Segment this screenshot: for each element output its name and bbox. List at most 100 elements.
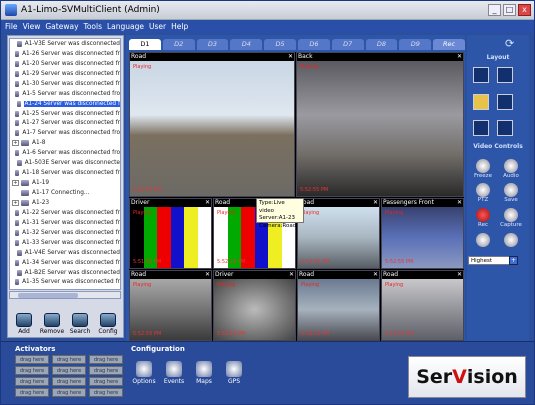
- tree-node[interactable]: A1-6 Server was disconnected fro: [10, 148, 120, 158]
- tree-horizontal-scrollbar[interactable]: [9, 291, 121, 299]
- activator-slot[interactable]: drag here: [15, 355, 49, 364]
- video-tile[interactable]: Driver ✕ Playing 5:52:55 PM: [213, 270, 296, 341]
- menu-language[interactable]: Language: [107, 22, 144, 31]
- activator-slot[interactable]: drag here: [52, 388, 86, 397]
- menu-view[interactable]: View: [23, 22, 41, 31]
- tree-node[interactable]: + A1-8: [10, 138, 120, 148]
- tree-node[interactable]: A1-B2E Server was disconnected: [10, 268, 120, 278]
- record-button[interactable]: Rec: [470, 208, 496, 228]
- tab-d8[interactable]: D8: [365, 39, 398, 50]
- tree-node[interactable]: A1-20 Server was disconnected fr: [10, 59, 120, 69]
- tab-d5[interactable]: D5: [264, 39, 296, 50]
- tree-node[interactable]: A1-7 Server was disconnected fro: [10, 128, 120, 138]
- tree-node[interactable]: A1-30 Server was disconnected fr: [10, 79, 120, 89]
- menu-tools[interactable]: Tools: [84, 22, 102, 31]
- events-button[interactable]: Events: [161, 361, 187, 385]
- audio-button[interactable]: Audio: [498, 159, 524, 179]
- tile-close-icon[interactable]: ✕: [373, 199, 378, 207]
- tile-close-icon[interactable]: ✕: [205, 199, 210, 207]
- tree-node[interactable]: A1-25 Server was disconnected fr: [10, 109, 120, 119]
- expand-toggle-icon[interactable]: +: [12, 180, 19, 187]
- video-tile[interactable]: Passengers Front ✕ Playing 5:52:55 PM: [381, 198, 464, 269]
- tree-node[interactable]: A1-28 Server was disconnected fr: [10, 287, 120, 289]
- tree-node[interactable]: A1-503E Server was disconnecte: [10, 158, 120, 168]
- config-button[interactable]: Config: [95, 313, 121, 337]
- fullscreen-icon[interactable]: [497, 120, 513, 136]
- server-tree[interactable]: A1-V3E Server was disconnected A1-26 Serv…: [9, 38, 121, 290]
- tree-node[interactable]: A1-26 Server was disconnected fr: [10, 49, 120, 59]
- tree-node[interactable]: + A1-19: [10, 178, 120, 188]
- activator-slot[interactable]: drag here: [52, 355, 86, 364]
- layout-4x4-icon[interactable]: [497, 67, 513, 83]
- tree-node[interactable]: + A1-23: [10, 198, 120, 208]
- tree-node[interactable]: A1-V4E Server was disconnected: [10, 248, 120, 258]
- tile-close-icon[interactable]: ✕: [288, 53, 293, 61]
- tree-node[interactable]: A1-24 Server was disconnected f: [10, 99, 120, 109]
- tab-d3[interactable]: D3: [196, 39, 229, 50]
- tree-node[interactable]: A1-18 Server was disconnected fr: [10, 168, 120, 178]
- activator-slot[interactable]: drag here: [15, 366, 49, 375]
- video-tile[interactable]: Road ✕ Playing 5:52:55 PM: [297, 198, 380, 269]
- tree-node[interactable]: A1-34 Server was disconnected fr: [10, 258, 120, 268]
- video-tile[interactable]: Road ✕ Playing 5:52:55 PM: [297, 270, 380, 341]
- refresh-icon[interactable]: ⟳: [505, 38, 519, 50]
- tree-node[interactable]: A1-V3E Server was disconnected: [10, 39, 120, 49]
- tree-node[interactable]: A1-35 Server was disconnected fr: [10, 278, 120, 288]
- tab-d6[interactable]: D6: [297, 39, 330, 50]
- capture-button[interactable]: Capture: [498, 208, 524, 228]
- layout-1x1-icon[interactable]: [473, 120, 489, 136]
- maps-button[interactable]: Maps: [191, 361, 217, 385]
- save-button[interactable]: Save: [498, 183, 524, 203]
- zoom-in-button[interactable]: [470, 233, 496, 247]
- video-tile[interactable]: Road ✕ Playing 5:52:55 PM: [381, 270, 464, 341]
- activator-slot[interactable]: drag here: [89, 388, 123, 397]
- remove-button[interactable]: Remove: [39, 313, 65, 337]
- menu-help[interactable]: Help: [171, 22, 188, 31]
- video-tile[interactable]: Driver ✕ Playing 5:51:55 PM: [129, 198, 212, 269]
- tree-node[interactable]: A1-29 Server was disconnected fr: [10, 69, 120, 79]
- zoom-out-button[interactable]: [498, 233, 524, 247]
- menu-gateway[interactable]: Gateway: [45, 22, 78, 31]
- minimize-button[interactable]: _: [488, 4, 501, 16]
- tile-close-icon[interactable]: ✕: [457, 199, 462, 207]
- tab-d1[interactable]: D1: [129, 39, 161, 50]
- tab-rec[interactable]: Rec: [433, 39, 465, 50]
- activator-slot[interactable]: drag here: [52, 366, 86, 375]
- layout-2x2-icon[interactable]: [473, 94, 489, 110]
- close-button[interactable]: x: [518, 4, 531, 16]
- gps-button[interactable]: GPS: [221, 361, 247, 385]
- tree-node[interactable]: A1-33 Server was disconnected fr: [10, 238, 120, 248]
- layout-1-3-icon[interactable]: [497, 94, 513, 110]
- quality-dropdown-button[interactable]: +: [509, 256, 518, 265]
- tree-node[interactable]: A1-17 Connecting...: [10, 188, 120, 198]
- expand-toggle-icon[interactable]: +: [12, 140, 19, 147]
- tree-node[interactable]: A1-27 Server was disconnected fr: [10, 119, 120, 129]
- tree-node[interactable]: A1-5 Server was disconnected fro: [10, 89, 120, 99]
- tile-close-icon[interactable]: ✕: [457, 53, 462, 61]
- tab-d7[interactable]: D7: [331, 39, 364, 50]
- scrollbar-thumb[interactable]: [18, 293, 78, 298]
- tree-node[interactable]: A1-22 Server was disconnected fr: [10, 208, 120, 218]
- tree-node[interactable]: A1-32 Server was disconnected fr: [10, 228, 120, 238]
- activator-slot[interactable]: drag here: [52, 377, 86, 386]
- tab-d9[interactable]: D9: [399, 39, 432, 50]
- tab-d2[interactable]: D2: [162, 39, 195, 50]
- activator-slot[interactable]: drag here: [89, 355, 123, 364]
- expand-toggle-icon[interactable]: +: [12, 199, 19, 206]
- freeze-button[interactable]: Freeze: [470, 159, 496, 179]
- add-button[interactable]: Add: [11, 313, 37, 337]
- tile-close-icon[interactable]: ✕: [205, 271, 210, 279]
- maximize-button[interactable]: □: [503, 4, 516, 16]
- activator-slot[interactable]: drag here: [15, 377, 49, 386]
- video-tile[interactable]: Back ✕ Playing 5:52:55 PM: [296, 52, 464, 197]
- activator-slot[interactable]: drag here: [89, 366, 123, 375]
- menu-file[interactable]: File: [5, 22, 18, 31]
- tab-d4[interactable]: D4: [230, 39, 263, 50]
- activator-slot[interactable]: drag here: [89, 377, 123, 386]
- menu-user[interactable]: User: [149, 22, 166, 31]
- video-tile[interactable]: Road ✕ Playing 5:52:55 PM: [129, 270, 212, 341]
- tile-close-icon[interactable]: ✕: [289, 271, 294, 279]
- ptz-button[interactable]: PTZ: [470, 183, 496, 203]
- search-button[interactable]: Search: [67, 313, 93, 337]
- layout-3x3-icon[interactable]: [473, 67, 489, 83]
